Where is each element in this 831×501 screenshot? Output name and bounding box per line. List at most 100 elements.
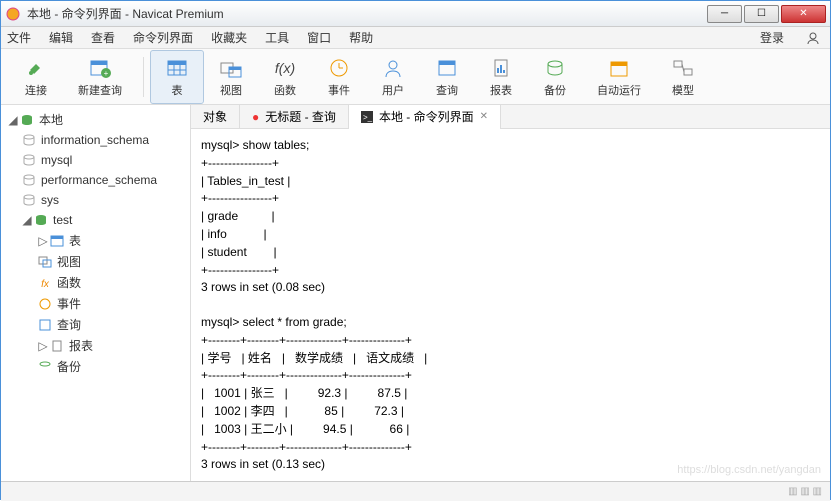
- close-button[interactable]: ✕: [781, 5, 826, 23]
- collapse-icon[interactable]: ◢: [7, 113, 19, 127]
- table-icon: [49, 233, 65, 249]
- tree-db-item[interactable]: information_schema: [1, 130, 190, 150]
- report-icon: [49, 338, 65, 354]
- tool-report[interactable]: 报表: [474, 50, 528, 104]
- tree-backups[interactable]: 备份: [1, 356, 190, 377]
- menu-window[interactable]: 窗口: [307, 29, 331, 46]
- db-icon: [33, 212, 49, 228]
- clock-icon: [37, 296, 53, 312]
- tree-root-label: 本地: [39, 111, 63, 128]
- expand-icon[interactable]: ▷: [37, 339, 49, 353]
- tool-backup-label: 备份: [544, 82, 566, 98]
- tree-functions[interactable]: fx函数: [1, 272, 190, 293]
- toolbar-separator: [143, 57, 144, 97]
- tool-autorun-label: 自动运行: [597, 82, 641, 98]
- fx-icon: fx: [37, 275, 53, 291]
- menu-help[interactable]: 帮助: [349, 29, 373, 46]
- tool-table-label: 表: [172, 82, 183, 98]
- tool-newquery[interactable]: + 新建查询: [63, 50, 137, 104]
- login-button[interactable]: 登录: [760, 29, 820, 46]
- db-icon: [21, 132, 37, 148]
- content-area: 对象 ●无标题 - 查询 >_本地 - 命令列界面✕ mysql> show t…: [191, 105, 830, 481]
- menu-view[interactable]: 查看: [91, 29, 115, 46]
- tree-reports[interactable]: ▷报表: [1, 335, 190, 356]
- tab-untitled-query[interactable]: ●无标题 - 查询: [240, 105, 349, 129]
- unsaved-icon: ●: [252, 110, 259, 124]
- tool-query[interactable]: 查询: [420, 50, 474, 104]
- tool-function[interactable]: f(x) 函数: [258, 50, 312, 104]
- report-icon: [489, 56, 513, 80]
- model-icon: [671, 56, 695, 80]
- menu-edit[interactable]: 编辑: [49, 29, 73, 46]
- close-icon[interactable]: ✕: [480, 111, 488, 122]
- user-icon: [806, 31, 820, 45]
- tool-view[interactable]: 视图: [204, 50, 258, 104]
- titlebar: 本地 - 命令列界面 - Navicat Premium ─ ☐ ✕: [1, 1, 830, 27]
- backup-icon: [37, 359, 53, 375]
- tree-tables[interactable]: ▷表: [1, 230, 190, 251]
- collapse-icon[interactable]: ◢: [21, 213, 33, 227]
- tool-autorun[interactable]: 自动运行: [582, 50, 656, 104]
- tool-user[interactable]: 用户: [366, 50, 420, 104]
- tool-event[interactable]: 事件: [312, 50, 366, 104]
- login-label: 登录: [760, 29, 784, 46]
- view-icon: [219, 56, 243, 80]
- calendar-icon: [607, 56, 631, 80]
- statusbar-grip: ▥ ▥ ▥: [788, 486, 822, 497]
- tree-db-item[interactable]: sys: [1, 190, 190, 210]
- query-icon: [435, 56, 459, 80]
- menu-file[interactable]: 文件: [7, 29, 31, 46]
- window-title: 本地 - 命令列界面 - Navicat Premium: [27, 5, 707, 22]
- tool-connect-label: 连接: [25, 82, 47, 98]
- app-icon: [5, 6, 21, 22]
- svg-text:+: +: [104, 69, 109, 78]
- menubar: 文件 编辑 查看 命令列界面 收藏夹 工具 窗口 帮助 登录: [1, 27, 830, 49]
- tool-connect[interactable]: 连接: [9, 50, 63, 104]
- minimize-button[interactable]: ─: [707, 5, 742, 23]
- tabbar: 对象 ●无标题 - 查询 >_本地 - 命令列界面✕: [191, 105, 830, 129]
- tree-db-test[interactable]: ◢test: [1, 210, 190, 230]
- tree-events[interactable]: 事件: [1, 293, 190, 314]
- tree-views[interactable]: 视图: [1, 251, 190, 272]
- db-icon: [21, 172, 37, 188]
- maximize-button[interactable]: ☐: [744, 5, 779, 23]
- backup-icon: [543, 56, 567, 80]
- menu-tools[interactable]: 工具: [265, 29, 289, 46]
- statusbar: ▥ ▥ ▥: [1, 481, 830, 501]
- menu-cmd[interactable]: 命令列界面: [133, 29, 193, 46]
- menu-fav[interactable]: 收藏夹: [211, 29, 247, 46]
- query-icon: [37, 317, 53, 333]
- tool-event-label: 事件: [328, 82, 350, 98]
- tool-table[interactable]: 表: [150, 50, 204, 104]
- tab-objects[interactable]: 对象: [191, 105, 240, 129]
- view-icon: [37, 254, 53, 270]
- svg-text:fx: fx: [41, 279, 50, 290]
- function-icon: f(x): [273, 56, 297, 80]
- tree-db-item[interactable]: performance_schema: [1, 170, 190, 190]
- window-controls: ─ ☐ ✕: [707, 5, 826, 23]
- tool-function-label: 函数: [274, 82, 296, 98]
- tool-user-label: 用户: [382, 82, 404, 98]
- tool-backup[interactable]: 备份: [528, 50, 582, 104]
- console[interactable]: mysql> show tables; +----------------+ |…: [191, 129, 830, 481]
- tool-query-label: 查询: [436, 82, 458, 98]
- expand-icon[interactable]: ▷: [37, 234, 49, 248]
- tab-cmd[interactable]: >_本地 - 命令列界面✕: [349, 105, 501, 129]
- tree-queries[interactable]: 查询: [1, 314, 190, 335]
- tool-model[interactable]: 模型: [656, 50, 710, 104]
- user-icon: [381, 56, 405, 80]
- tool-newquery-label: 新建查询: [78, 82, 122, 98]
- clock-icon: [327, 56, 351, 80]
- svg-text:>_: >_: [363, 113, 373, 122]
- tree-root[interactable]: ◢ 本地: [1, 109, 190, 130]
- db-icon: [21, 192, 37, 208]
- database-icon: [19, 112, 35, 128]
- tree-db-item[interactable]: mysql: [1, 150, 190, 170]
- plug-icon: [24, 56, 48, 80]
- db-icon: [21, 152, 37, 168]
- newquery-icon: +: [88, 56, 112, 80]
- sidebar[interactable]: ◢ 本地 information_schema mysql performanc…: [1, 105, 191, 481]
- svg-text:f(x): f(x): [275, 60, 295, 76]
- tool-model-label: 模型: [672, 82, 694, 98]
- tool-view-label: 视图: [220, 82, 242, 98]
